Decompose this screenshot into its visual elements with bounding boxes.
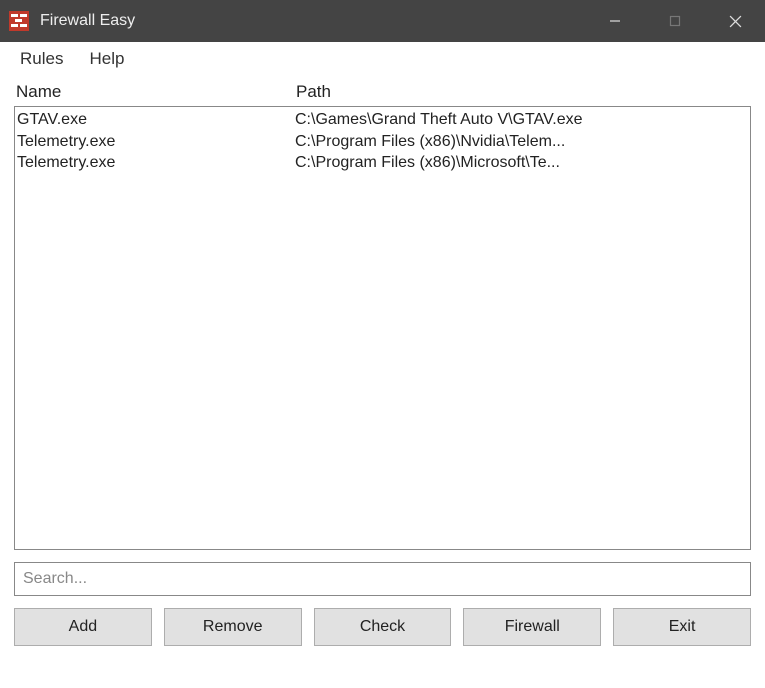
search-input[interactable] bbox=[14, 562, 751, 596]
cell-name: Telemetry.exe bbox=[17, 131, 295, 153]
menu-help[interactable]: Help bbox=[79, 45, 134, 73]
list-item[interactable]: Telemetry.exe C:\Program Files (x86)\Mic… bbox=[15, 152, 750, 174]
firewall-button[interactable]: Firewall bbox=[463, 608, 601, 646]
list-item[interactable]: GTAV.exe C:\Games\Grand Theft Auto V\GTA… bbox=[15, 109, 750, 131]
menu-rules[interactable]: Rules bbox=[10, 45, 73, 73]
column-header-name[interactable]: Name bbox=[16, 82, 296, 102]
button-row: Add Remove Check Firewall Exit bbox=[14, 608, 751, 646]
close-button[interactable] bbox=[705, 0, 765, 42]
check-button[interactable]: Check bbox=[314, 608, 452, 646]
column-header-path[interactable]: Path bbox=[296, 82, 749, 102]
window-controls bbox=[585, 0, 765, 42]
cell-name: Telemetry.exe bbox=[17, 152, 295, 174]
list-item[interactable]: Telemetry.exe C:\Program Files (x86)\Nvi… bbox=[15, 131, 750, 153]
rules-list[interactable]: GTAV.exe C:\Games\Grand Theft Auto V\GTA… bbox=[14, 106, 751, 550]
cell-path: C:\Program Files (x86)\Microsoft\Te... bbox=[295, 152, 750, 174]
minimize-button[interactable] bbox=[585, 0, 645, 42]
content-area: Name Path GTAV.exe C:\Games\Grand Theft … bbox=[0, 76, 765, 688]
add-button[interactable]: Add bbox=[14, 608, 152, 646]
cell-path: C:\Program Files (x86)\Nvidia\Telem... bbox=[295, 131, 750, 153]
maximize-button[interactable] bbox=[645, 0, 705, 42]
exit-button[interactable]: Exit bbox=[613, 608, 751, 646]
remove-button[interactable]: Remove bbox=[164, 608, 302, 646]
app-icon bbox=[8, 10, 30, 32]
column-headers: Name Path bbox=[14, 76, 751, 106]
titlebar: Firewall Easy bbox=[0, 0, 765, 42]
window-title: Firewall Easy bbox=[40, 12, 585, 30]
menubar: Rules Help bbox=[0, 42, 765, 76]
search-wrap bbox=[14, 562, 751, 596]
cell-name: GTAV.exe bbox=[17, 109, 295, 131]
cell-path: C:\Games\Grand Theft Auto V\GTAV.exe bbox=[295, 109, 750, 131]
